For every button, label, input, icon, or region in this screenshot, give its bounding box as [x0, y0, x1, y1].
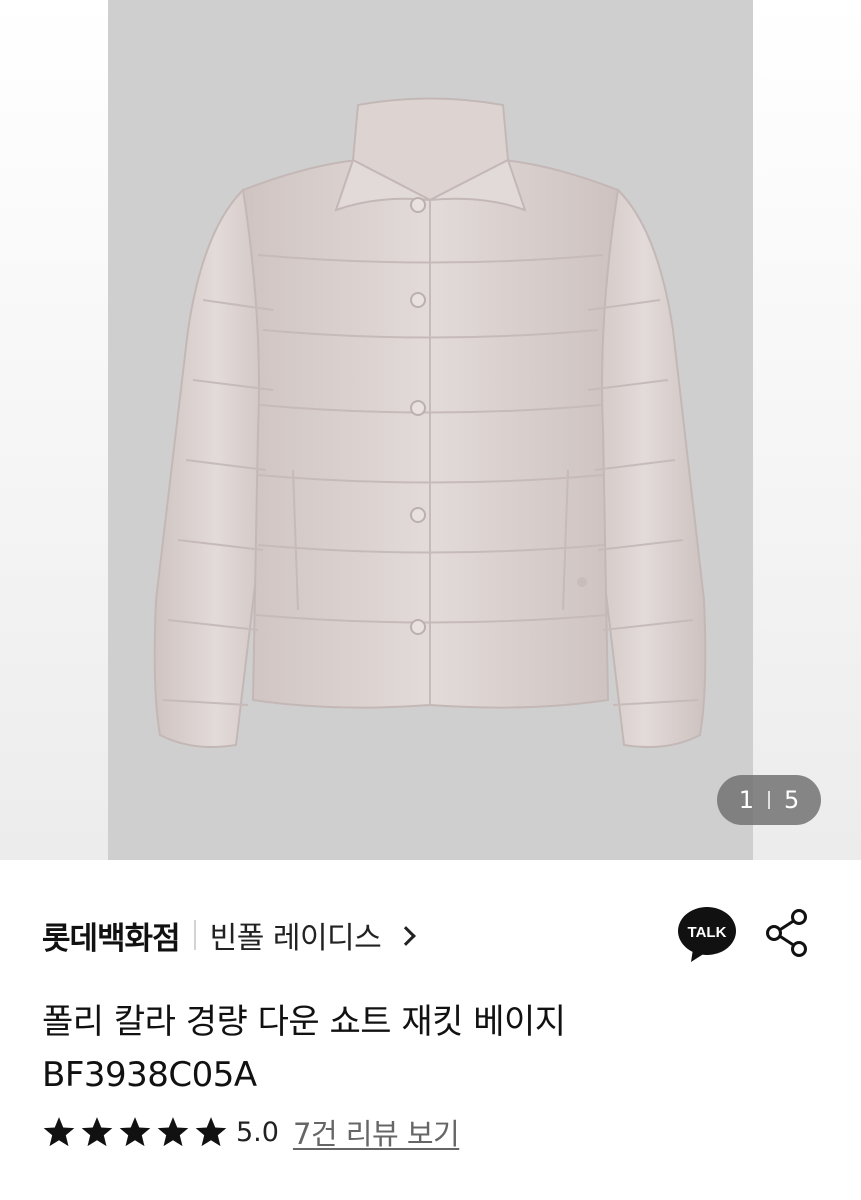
talk-label: TALK	[688, 924, 727, 941]
kakao-talk-button[interactable]: TALK	[677, 905, 737, 963]
rating-row: 5.0 7건 리뷰 보기	[42, 1110, 460, 1154]
star-icon	[195, 1117, 227, 1147]
image-counter: 1 5	[717, 775, 821, 825]
brand-name: 빈폴 레이디스	[209, 921, 382, 956]
product-title-line1: 폴리 칼라 경량 다운 쇼트 재킷 베이지	[42, 1002, 566, 1042]
brand-link[interactable]: 빈폴 레이디스	[209, 913, 417, 957]
share-button[interactable]	[764, 908, 810, 958]
share-icon	[766, 909, 807, 957]
star-icon	[157, 1117, 189, 1147]
store-name[interactable]: 롯데백화점	[42, 913, 181, 958]
counter-divider	[768, 791, 770, 809]
product-image-gallery[interactable]: 1 5	[0, 0, 861, 860]
chevron-right-icon	[396, 926, 417, 946]
star-rating	[42, 1115, 232, 1149]
jacket-illustration	[153, 97, 707, 748]
brand-divider	[193, 920, 196, 950]
rating-score: 5.0	[236, 1116, 279, 1148]
star-icon	[119, 1117, 151, 1147]
image-total-count: 5	[784, 786, 800, 814]
talk-bubble-icon: TALK	[678, 907, 736, 962]
product-model-code: BF3938C05A	[42, 1055, 257, 1095]
brand-row: 롯데백화점 빈폴 레이디스	[42, 908, 417, 962]
view-reviews-link[interactable]: 7건 리뷰 보기	[293, 1111, 460, 1153]
image-current-index: 1	[738, 786, 754, 814]
product-photo[interactable]	[108, 0, 753, 860]
star-icon	[43, 1117, 75, 1147]
star-icon	[81, 1117, 113, 1147]
product-title: 폴리 칼라 경량 다운 쇼트 재킷 베이지 BF3938C05A	[42, 996, 822, 1102]
